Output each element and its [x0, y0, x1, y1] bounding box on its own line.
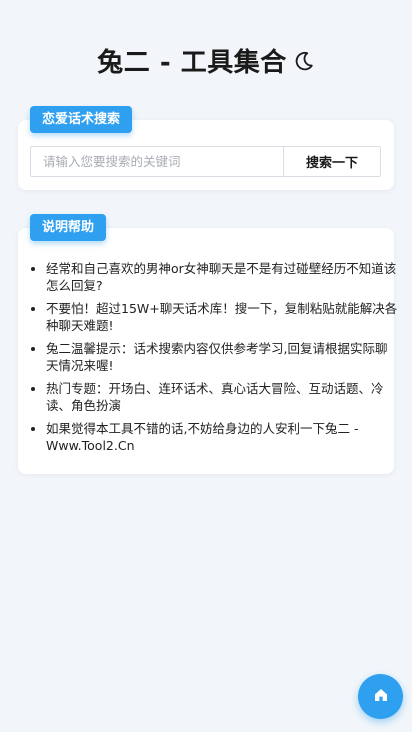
help-list-item: 如果觉得本工具不错的话,不妨给身边的人安利一下兔二 - Www.Tool2.Cn [46, 420, 398, 454]
page-title-text: 兔二 - 工具集合 [97, 48, 287, 78]
search-section-badge: 恋爱话术搜索 [30, 106, 133, 133]
search-input[interactable] [31, 147, 283, 176]
home-button[interactable] [358, 674, 403, 719]
moon-icon[interactable] [293, 49, 315, 79]
help-list-item: 经常和自己喜欢的男神or女神聊天是不是有过碰壁经历不知道该怎么回复? [46, 260, 398, 294]
home-icon [373, 687, 389, 707]
help-list-item: 兔二温馨提示：话术搜索内容仅供参考学习,回复请根据实际聊天情况来喔! [46, 340, 398, 374]
help-list: 经常和自己喜欢的男神or女神聊天是不是有过碰壁经历不知道该怎么回复? 不要怕！超… [30, 260, 398, 460]
search-button[interactable]: 搜索一下 [283, 147, 380, 176]
help-list-item: 热门专题：开场白、连环话术、真心话大冒险、互动话题、冷读、角色扮演 [46, 380, 398, 414]
help-card: 说明帮助 经常和自己喜欢的男神or女神聊天是不是有过碰壁经历不知道该怎么回复? … [18, 214, 397, 474]
search-card: 恋爱话术搜索 搜索一下 [18, 106, 394, 190]
help-list-item: 不要怕！超过15W+聊天话术库！搜一下，复制粘贴就能解决各种聊天难题! [46, 300, 398, 334]
page-title: 兔二 - 工具集合 [0, 42, 412, 79]
help-section-badge: 说明帮助 [30, 214, 107, 241]
search-bar: 搜索一下 [30, 146, 381, 177]
